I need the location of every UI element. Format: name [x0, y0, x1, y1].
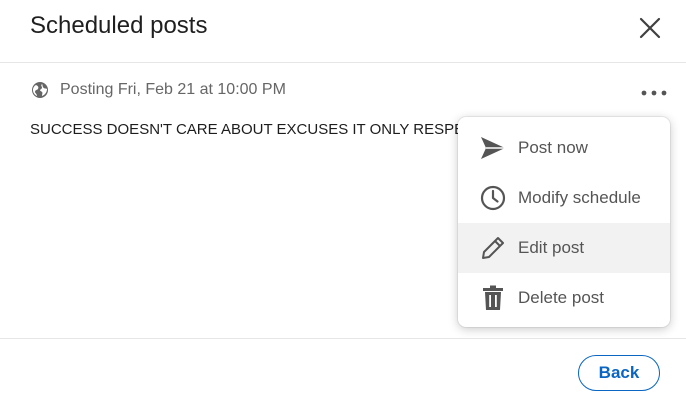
menu-item-delete-post[interactable]: Delete post: [458, 273, 670, 323]
menu-item-post-now[interactable]: Post now: [458, 123, 670, 173]
clock-icon: [479, 184, 507, 212]
globe-icon: [30, 80, 50, 100]
dialog-header: Scheduled posts: [0, 0, 686, 63]
menu-item-label: Edit post: [518, 238, 585, 257]
close-button[interactable]: [634, 12, 666, 44]
back-button[interactable]: Back: [578, 355, 660, 391]
menu-item-label: Delete post: [518, 288, 604, 307]
trash-icon: [479, 284, 507, 312]
pencil-icon: [479, 234, 507, 262]
more-options-button[interactable]: [638, 81, 670, 105]
posting-time: Posting Fri, Feb 21 at 10:00 PM: [60, 81, 286, 98]
menu-item-label: Modify schedule: [518, 188, 641, 207]
close-icon: [639, 17, 661, 39]
post-options-menu: Post now Modify schedule Edit post Delet…: [458, 117, 670, 327]
more-options-icon: [641, 90, 667, 96]
send-icon: [479, 134, 507, 162]
post-content: SUCCESS DOESN'T CARE ABOUT EXCUSES IT ON…: [30, 121, 460, 138]
dialog-title: Scheduled posts: [30, 12, 208, 39]
menu-item-label: Post now: [518, 138, 588, 157]
menu-item-modify-schedule[interactable]: Modify schedule: [458, 173, 670, 223]
scheduled-posts-dialog: Scheduled posts Posting Fri, Feb 21 at 1…: [0, 0, 686, 401]
dialog-footer: Back: [0, 338, 686, 401]
menu-item-edit-post[interactable]: Edit post: [458, 223, 670, 273]
post-meta: Posting Fri, Feb 21 at 10:00 PM: [30, 80, 286, 100]
